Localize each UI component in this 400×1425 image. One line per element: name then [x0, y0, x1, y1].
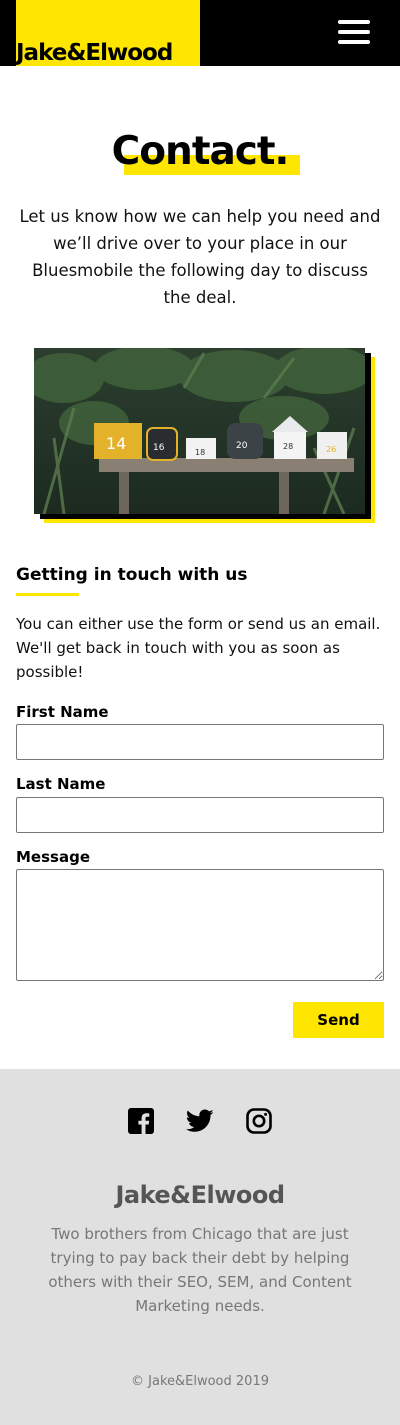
mailbox-number: 18: [195, 448, 205, 457]
twitter-icon[interactable]: [185, 1108, 214, 1134]
first-name-input[interactable]: [16, 724, 384, 760]
mailbox-number: 14: [106, 434, 126, 453]
message-label: Message: [16, 848, 90, 866]
mailbox-number: 16: [153, 443, 165, 453]
page-title: Contact.: [111, 129, 290, 174]
footer-description: Two brothers from Chicago that are just …: [48, 1225, 352, 1315]
page-title-block: Contact.: [0, 128, 400, 182]
first-name-label: First Name: [16, 703, 109, 721]
mailboxes-photo: 14 16 18 20 28 26: [34, 348, 365, 514]
hamburger-menu-icon[interactable]: [338, 20, 370, 48]
instagram-icon[interactable]: [246, 1108, 272, 1134]
section-title-underline: [16, 593, 79, 596]
section-description: You can either use the form or send us a…: [16, 615, 381, 681]
facebook-icon[interactable]: [128, 1108, 154, 1134]
message-textarea[interactable]: [16, 869, 384, 981]
site-logo[interactable]: Jake&Elwood: [16, 40, 200, 66]
copyright-text: © Jake&Elwood 2019: [131, 1374, 269, 1389]
last-name-input[interactable]: [16, 797, 384, 833]
mailbox-number: 26: [326, 445, 336, 454]
section-title: Getting in touch with us: [16, 565, 248, 585]
mailbox-number: 20: [236, 441, 248, 451]
send-button[interactable]: Send: [293, 1002, 384, 1038]
footer-logo[interactable]: Jake&Elwood: [0, 1180, 400, 1210]
last-name-label: Last Name: [16, 775, 106, 793]
contact-intro-text: Let us know how we can help you need and…: [19, 207, 381, 307]
mailbox-number: 28: [283, 442, 293, 451]
